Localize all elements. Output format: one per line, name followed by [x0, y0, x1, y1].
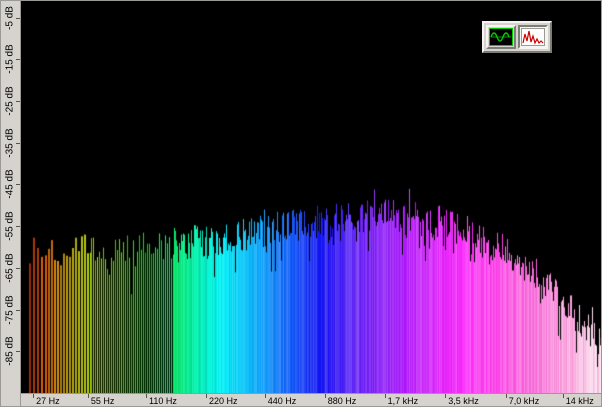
y-axis-tick — [16, 226, 20, 227]
y-axis-tick — [16, 143, 20, 144]
x-axis: 27 Hz 55 Hz 110 Hz 220 Hz 440 Hz 880 Hz 1,7 kH… — [1, 393, 602, 407]
view-mode-toolbar — [482, 21, 552, 53]
y-axis-tick — [16, 59, 20, 60]
waveform-icon — [489, 28, 513, 46]
spectrum-analyzer-window: -5 dB -15 dB -25 dB -35 dB -45 dB -55 dB -65 d… — [0, 0, 602, 407]
x-axis-label: 14 kHz — [566, 396, 594, 406]
x-axis-label: 440 Hz — [268, 396, 297, 406]
x-axis-label: 1,7 kHz — [388, 396, 419, 406]
y-axis-tick — [16, 310, 20, 311]
y-axis-tick — [16, 101, 20, 102]
spectrum-icon — [521, 28, 545, 46]
x-axis-label: 55 Hz — [91, 396, 115, 406]
x-axis-tick — [265, 394, 266, 398]
y-axis-tick — [16, 351, 20, 352]
y-axis-tick — [16, 184, 20, 185]
y-axis-label: -65 dB — [5, 253, 16, 282]
x-axis-tick — [325, 394, 326, 398]
spectrum-plot[interactable] — [21, 1, 602, 393]
x-axis-label: 220 Hz — [209, 396, 238, 406]
y-axis-tick — [16, 18, 20, 19]
y-axis-label: -5 dB — [5, 6, 16, 30]
x-axis-tick — [88, 394, 89, 398]
x-axis-tick — [33, 394, 34, 398]
x-axis-tick — [506, 394, 507, 398]
waveform-view-button[interactable] — [486, 25, 516, 49]
y-axis-label: -75 dB — [5, 295, 16, 324]
x-axis-label: 880 Hz — [328, 396, 357, 406]
spectrum-canvas — [21, 1, 602, 393]
y-axis-label: -15 dB — [5, 45, 16, 74]
y-axis: -5 dB -15 dB -25 dB -35 dB -45 dB -55 dB -65 d… — [1, 1, 21, 407]
x-axis-label: 3,5 kHz — [448, 396, 479, 406]
spectrum-view-button[interactable] — [518, 25, 548, 49]
x-axis-label: 110 Hz — [149, 396, 177, 406]
x-axis-label: 27 Hz — [36, 396, 60, 406]
y-axis-label: -45 dB — [5, 170, 16, 199]
y-axis-label: -55 dB — [5, 211, 16, 240]
x-axis-label: 7,0 kHz — [509, 396, 540, 406]
x-axis-tick — [206, 394, 207, 398]
x-axis-tick — [146, 394, 147, 398]
x-axis-tick — [563, 394, 564, 398]
y-axis-label: -35 dB — [5, 128, 16, 157]
x-axis-tick — [445, 394, 446, 398]
x-axis-tick — [385, 394, 386, 398]
y-axis-label: -25 dB — [5, 86, 16, 115]
y-axis-label: -85 dB — [5, 337, 16, 366]
y-axis-tick — [16, 268, 20, 269]
